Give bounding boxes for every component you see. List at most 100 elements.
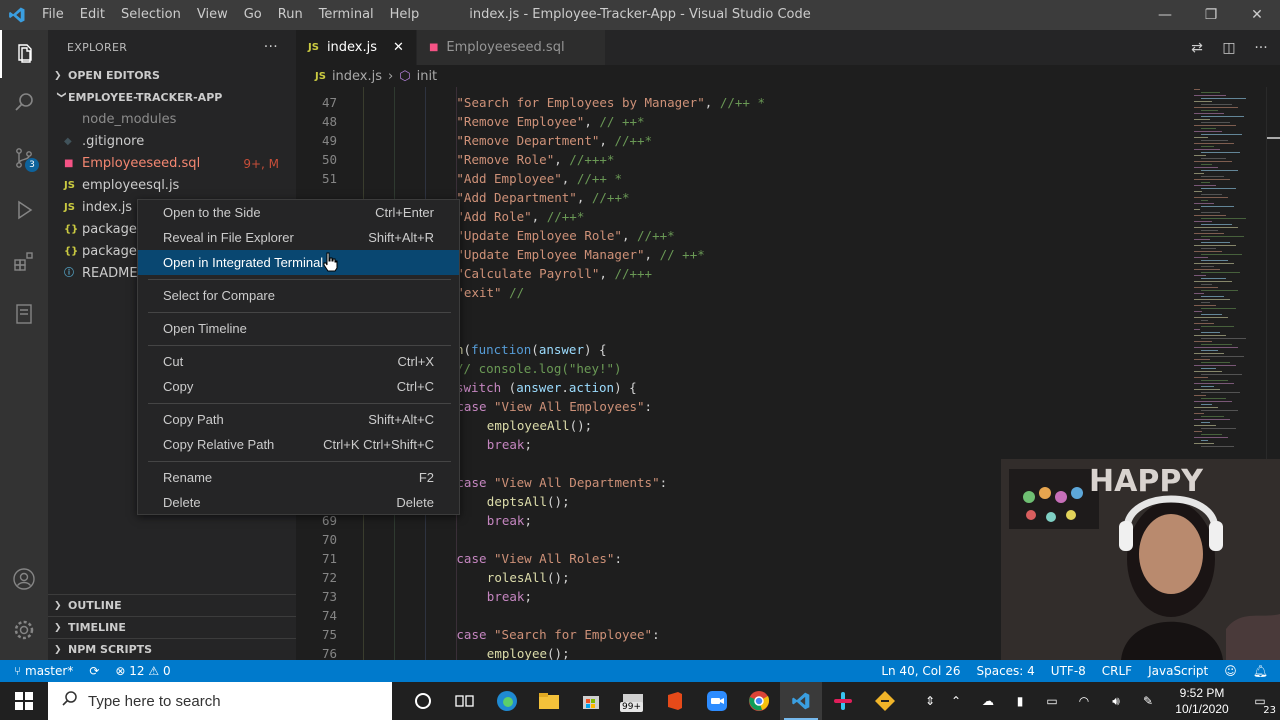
minimap-line	[1194, 311, 1202, 312]
code-token: ,	[561, 171, 577, 186]
mail-app-icon[interactable]: 99+	[612, 682, 654, 720]
minimap-line	[1201, 200, 1208, 201]
menu-item-cut[interactable]: Cut Ctrl+X	[138, 349, 459, 374]
language-mode[interactable]: JavaScript	[1140, 660, 1216, 682]
indentation[interactable]: Spaces: 4	[968, 660, 1042, 682]
chrome-icon[interactable]	[738, 682, 780, 720]
minimap-line	[1194, 119, 1210, 120]
npm-scripts-section[interactable]: ❯ NPM SCRIPTS	[48, 638, 296, 660]
code-token: "Add Department"	[456, 190, 577, 205]
menu-file[interactable]: File	[34, 0, 72, 30]
menu-item-open-to-the-side[interactable]: Open to the Side Ctrl+Enter	[138, 200, 459, 225]
slack-icon[interactable]	[822, 682, 864, 720]
volume-icon[interactable]: 🔊︎	[1100, 682, 1132, 720]
code-token: ,	[584, 114, 600, 129]
settings-gear-icon[interactable]	[0, 606, 48, 654]
menu-edit[interactable]: Edit	[72, 0, 113, 30]
taskbar-clock[interactable]: 9:52 PM 10/1/2020	[1164, 685, 1240, 717]
taskbar-search-box[interactable]: Type here to search	[48, 682, 392, 720]
breadcrumb-separator: ›	[388, 68, 394, 84]
extensions-icon[interactable]	[0, 238, 48, 286]
tab-employeeseed-sql[interactable]: ■ Employeeseed.sql	[415, 30, 605, 65]
menu-item-open-in-integrated-terminal[interactable]: Open in Integrated Terminal	[138, 250, 459, 275]
minimize-button[interactable]: —	[1142, 0, 1188, 30]
code-token: ,	[576, 190, 592, 205]
file-tree-item[interactable]: ◆ .gitignore	[48, 131, 296, 153]
show-hidden-icons-icon[interactable]: ⌃	[940, 682, 972, 720]
cortana-icon[interactable]	[402, 682, 444, 720]
cursor-position[interactable]: Ln 40, Col 26	[873, 660, 968, 682]
scroll-arrows-icon[interactable]: ⇕	[920, 682, 940, 720]
code-token: ) {	[583, 342, 607, 357]
menu-view[interactable]: View	[189, 0, 236, 30]
office-icon[interactable]	[654, 682, 696, 720]
microsoft-store-icon[interactable]	[570, 682, 612, 720]
run-debug-icon[interactable]	[0, 186, 48, 234]
minimap-line	[1194, 287, 1218, 288]
menu-item-select-for-compare[interactable]: Select for Compare	[138, 283, 459, 308]
sync-icon[interactable]: ⟳	[81, 660, 107, 682]
outline-section[interactable]: ❯ OUTLINE	[48, 594, 296, 616]
restore-button[interactable]: ❐	[1188, 0, 1234, 30]
file-tree-item[interactable]: node_modules	[48, 109, 296, 131]
git-tool-icon[interactable]	[864, 682, 906, 720]
explorer-icon[interactable]	[0, 30, 48, 78]
wifi-icon[interactable]: ◠	[1068, 682, 1100, 720]
menu-help[interactable]: Help	[382, 0, 428, 30]
menu-go[interactable]: Go	[236, 0, 270, 30]
close-window-button[interactable]: ✕	[1234, 0, 1280, 30]
start-button[interactable]	[0, 682, 48, 720]
notifications-bell-icon[interactable]: 🔔︎	[1245, 660, 1280, 682]
open-editors-section[interactable]: ❯ OPEN EDITORS	[48, 65, 296, 87]
scrollbar-thumb[interactable]	[1267, 137, 1280, 139]
accounts-icon[interactable]	[0, 555, 48, 603]
source-control-icon[interactable]	[0, 134, 48, 182]
menu-item-copy-path[interactable]: Copy Path Shift+Alt+C	[138, 407, 459, 432]
action-center-icon[interactable]: ▭ 23	[1240, 682, 1280, 720]
tab-index-js[interactable]: JS index.js ✕	[296, 30, 416, 65]
menu-selection[interactable]: Selection	[113, 0, 189, 30]
file-explorer-icon[interactable]	[528, 682, 570, 720]
menu-item-rename[interactable]: Rename F2	[138, 465, 459, 490]
zoom-icon[interactable]	[696, 682, 738, 720]
split-editor-icon[interactable]: ◫	[1220, 40, 1238, 56]
battery-icon[interactable]: ▭	[1036, 682, 1068, 720]
usb-device-icon[interactable]: ▮	[1004, 682, 1036, 720]
minimap-line	[1194, 233, 1224, 234]
menu-item-shortcut: Ctrl+C	[396, 379, 434, 394]
task-view-icon[interactable]	[444, 682, 486, 720]
vscode-taskbar-icon[interactable]	[780, 682, 822, 720]
breadcrumb-symbol[interactable]: init	[417, 69, 438, 84]
timeline-section[interactable]: ❯ TIMELINE	[48, 616, 296, 638]
remote-explorer-icon[interactable]	[0, 290, 48, 338]
menu-item-copy-relative-path[interactable]: Copy Relative Path Ctrl+K Ctrl+Shift+C	[138, 432, 459, 457]
search-icon[interactable]	[0, 78, 48, 126]
problems-indicator[interactable]: ⊗ 12 ⚠ 0	[107, 660, 178, 682]
code-token: "Add Role"	[456, 209, 532, 224]
feedback-icon[interactable]: ☺	[1216, 660, 1245, 682]
more-actions-icon[interactable]: ···	[264, 30, 278, 65]
file-tree-item[interactable]: ■ Employeeseed.sql 9+, M	[48, 153, 296, 175]
menu-terminal[interactable]: Terminal	[311, 0, 382, 30]
close-tab-icon[interactable]: ✕	[393, 40, 404, 55]
menu-item-open-timeline[interactable]: Open Timeline	[138, 316, 459, 341]
more-actions-icon[interactable]: ···	[1252, 40, 1270, 56]
git-branch[interactable]: ⑂ master*	[0, 660, 81, 682]
pen-icon[interactable]: ✎	[1132, 682, 1164, 720]
menu-item-reveal-in-file-explorer[interactable]: Reveal in File Explorer Shift+Alt+R	[138, 225, 459, 250]
encoding[interactable]: UTF-8	[1043, 660, 1094, 682]
menu-run[interactable]: Run	[270, 0, 311, 30]
file-tree-item[interactable]: JS employeesql.js	[48, 175, 296, 197]
end-of-line[interactable]: CRLF	[1094, 660, 1140, 682]
breadcrumb-file[interactable]: index.js	[332, 69, 382, 84]
code-token: employeeAll	[486, 418, 570, 433]
compare-changes-icon[interactable]: ⇄	[1188, 40, 1206, 56]
code-text: // console.log("hey!")	[456, 359, 622, 378]
onedrive-icon[interactable]: ☁	[972, 682, 1004, 720]
menu-item-delete[interactable]: Delete Delete	[138, 490, 459, 515]
code-token: // console.log("hey!")	[456, 361, 622, 376]
edge-browser-icon[interactable]	[486, 682, 528, 720]
menu-item-copy[interactable]: Copy Ctrl+C	[138, 374, 459, 399]
project-folder-section[interactable]: ❯ EMPLOYEE-TRACKER-APP	[48, 87, 296, 109]
